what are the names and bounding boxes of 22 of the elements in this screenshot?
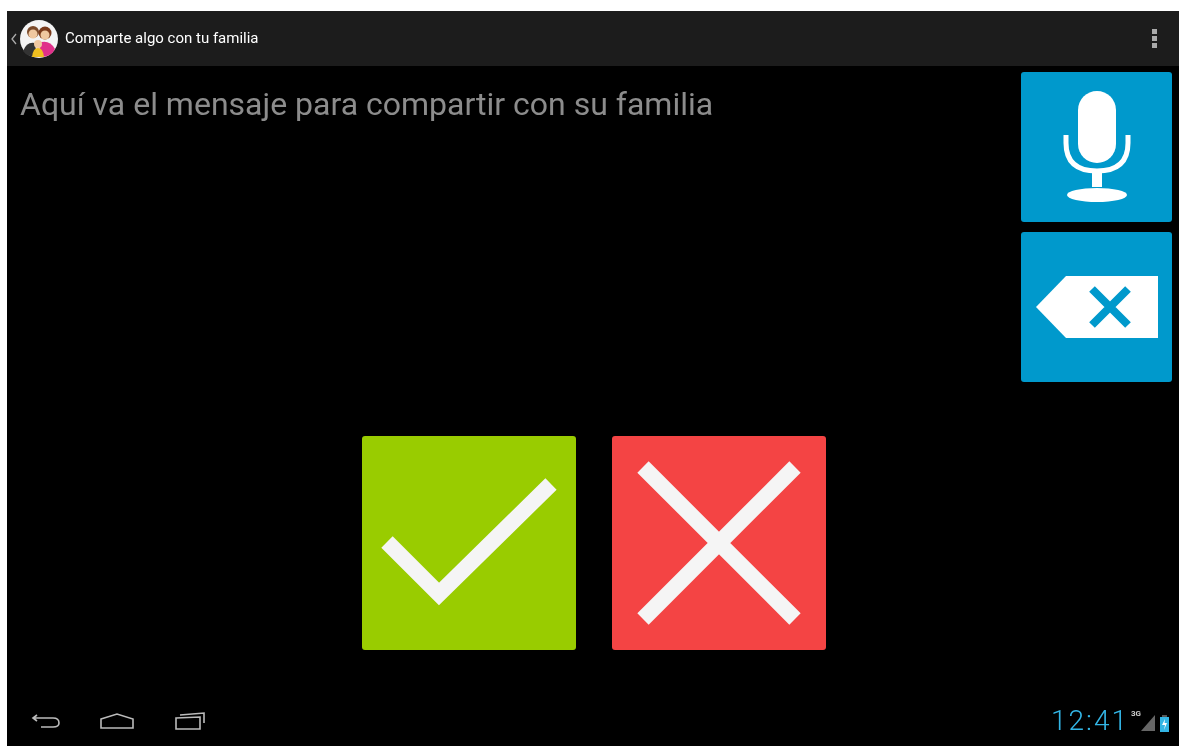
reject-button[interactable]: [612, 436, 826, 650]
back-button[interactable]: [29, 711, 63, 731]
clock: 12:41: [1050, 703, 1129, 739]
battery-icon: [1160, 714, 1169, 732]
overflow-menu-button[interactable]: [1150, 27, 1159, 50]
home-icon: [100, 713, 134, 729]
network-type: 3G: [1130, 708, 1141, 720]
cross-icon: [637, 461, 801, 625]
recent-apps-button[interactable]: [173, 711, 207, 731]
back-caret-icon: [11, 32, 17, 45]
checkmark-icon: [381, 478, 557, 608]
family-avatar-icon: [19, 18, 59, 59]
voice-input-button[interactable]: [1021, 72, 1172, 222]
up-button[interactable]: [11, 18, 59, 59]
signal-icon: [1141, 715, 1155, 731]
back-icon: [31, 713, 61, 729]
recent-apps-icon: [174, 712, 206, 730]
backspace-icon: [1035, 276, 1158, 338]
backspace-button[interactable]: [1021, 232, 1172, 382]
home-button[interactable]: [99, 711, 135, 731]
message-field[interactable]: Aquí va el mensaje para compartir con su familia: [20, 80, 1010, 140]
screen-title: Comparte algo con tu familia: [65, 28, 259, 50]
